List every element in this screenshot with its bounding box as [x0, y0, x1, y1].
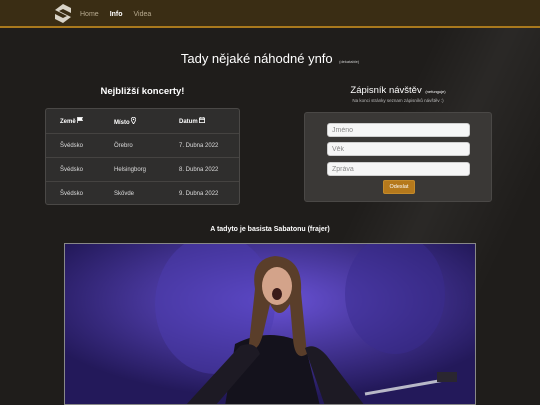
nav-link-videa[interactable]: Videa: [134, 11, 152, 18]
column-header-place: Místo: [114, 116, 137, 126]
cell-country: Švédsko: [60, 190, 84, 197]
column-header-country: Země: [60, 117, 84, 125]
cell-date: 8. Dubna 2022: [179, 166, 219, 173]
table-row: Švédsko Skövde 9. Dubna 2022: [46, 181, 239, 205]
concerts-table: Země Místo Datum Švédsko Örebro 7. Dubna…: [45, 108, 240, 205]
guestbook-title-note: (nefunguje): [425, 89, 446, 94]
cell-date: 9. Dubna 2022: [179, 190, 219, 197]
nav-link-info[interactable]: Info: [110, 11, 123, 18]
navbar: Home Info Videa: [0, 0, 540, 28]
concerts-title: Nejbližší koncerty!: [100, 86, 185, 97]
name-input[interactable]: [327, 123, 470, 137]
cell-country: Švédsko: [60, 142, 84, 149]
guestbook-subtitle: Na konci stránky seznam zápisníků návště…: [352, 98, 444, 103]
guestbook-form: Odeslat: [304, 112, 492, 202]
page-title: Tady nějaké náhodné ynfo: [180, 51, 333, 66]
message-input[interactable]: [327, 162, 470, 176]
cell-place: Helsingborg: [114, 166, 147, 173]
page-header: Tady nějaké náhodné ynfo (dekatable): [0, 50, 540, 68]
nav-links: Home Info Videa: [80, 0, 162, 28]
map-marker-icon: [131, 116, 137, 125]
cell-place: Örebro: [114, 142, 133, 149]
cell-country: Švédsko: [60, 166, 84, 173]
cell-date: 7. Dubna 2022: [179, 142, 219, 149]
bassist-photo: [64, 243, 476, 405]
nav-link-home[interactable]: Home: [80, 11, 99, 18]
flag-icon: [77, 117, 84, 123]
guestbook-heading: Zápisník návštěv (nefunguje): [304, 85, 492, 96]
page-title-note: (dekatable): [339, 59, 360, 64]
submit-button[interactable]: Odeslat: [383, 180, 415, 194]
guestbook-title: Zápisník návštěv: [350, 85, 422, 96]
bassist-photo-illustration: [65, 244, 475, 404]
table-row: Švédsko Helsingborg 8. Dubna 2022: [46, 157, 239, 181]
bassist-caption: A tadyto je basista Sabatonu (frajer): [210, 226, 330, 233]
age-input[interactable]: [327, 142, 470, 156]
table-row: Švédsko Örebro 7. Dubna 2022: [46, 133, 239, 157]
calendar-icon: [199, 117, 206, 123]
cell-place: Skövde: [114, 190, 135, 197]
table-header: Země Místo Datum: [46, 109, 239, 133]
column-header-date: Datum: [179, 117, 206, 125]
sabaton-logo-icon[interactable]: [55, 4, 71, 23]
